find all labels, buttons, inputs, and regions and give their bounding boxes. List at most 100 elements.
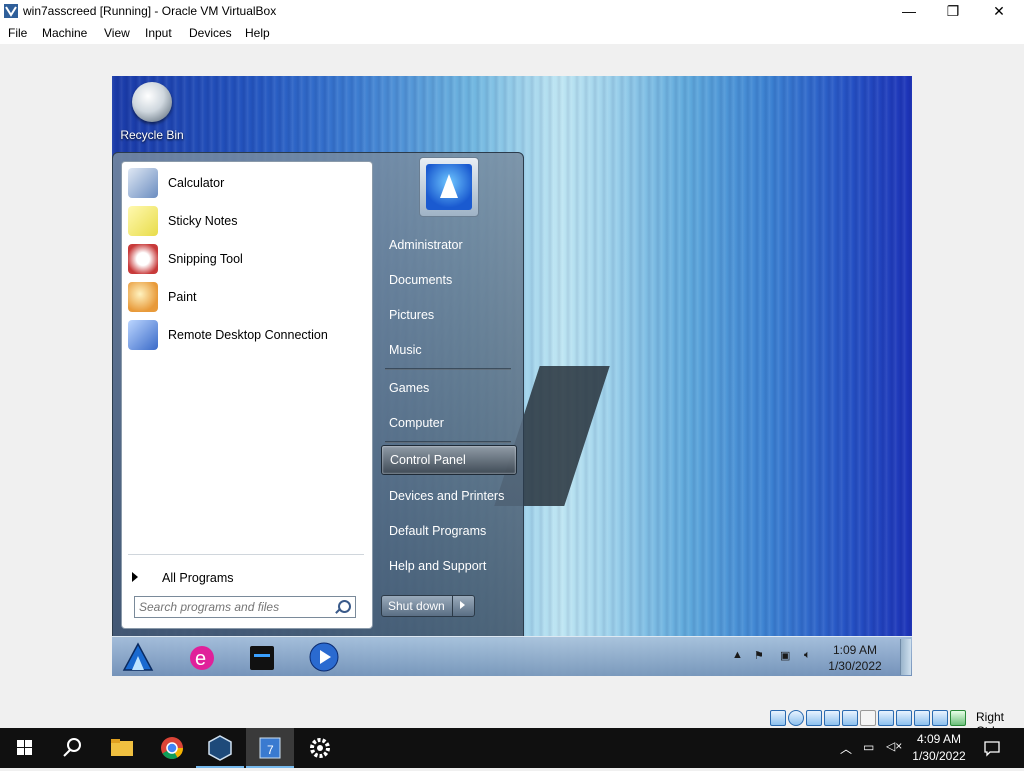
- network-icon[interactable]: ▣: [780, 649, 794, 663]
- program-calculator[interactable]: Calculator: [126, 166, 366, 200]
- mouse-integration-status-icon[interactable]: [932, 710, 948, 726]
- taskbar-ie[interactable]: e: [184, 640, 220, 674]
- file-explorer-icon: [111, 739, 133, 756]
- start-item-help-support[interactable]: Help and Support: [381, 552, 515, 580]
- item-label: Documents: [389, 273, 453, 287]
- network-status-icon[interactable]: [824, 710, 840, 726]
- minimize-button[interactable]: —: [886, 0, 932, 22]
- menu-machine[interactable]: Machine: [42, 26, 87, 40]
- notifications-icon[interactable]: [982, 738, 1002, 758]
- chevron-up-icon[interactable]: ︿: [840, 740, 852, 757]
- hard-disk-status-icon[interactable]: [770, 710, 786, 726]
- search-icon: [63, 738, 81, 757]
- item-label: Help and Support: [389, 559, 487, 573]
- show-hidden-icons-icon[interactable]: ▲: [732, 649, 746, 663]
- display-status-icon[interactable]: [878, 710, 894, 726]
- windows-start-button[interactable]: [0, 728, 48, 768]
- host-search-button[interactable]: [48, 728, 96, 768]
- search-input[interactable]: [139, 598, 329, 615]
- guest-clock[interactable]: 1:09 AM 1/30/2022: [820, 642, 890, 674]
- program-label: Calculator: [168, 176, 225, 190]
- guest-additions-status-icon[interactable]: [950, 710, 966, 726]
- programs-separator: [128, 554, 364, 555]
- vm-status-bar: Right Ctrl: [766, 708, 1024, 738]
- windows-logo-icon: [17, 740, 32, 755]
- shared-folders-status-icon[interactable]: [860, 710, 876, 726]
- recording-status-icon[interactable]: [896, 710, 912, 726]
- program-snipping-tool[interactable]: Snipping Tool: [126, 242, 366, 276]
- start-item-devices-printers[interactable]: Devices and Printers: [381, 482, 515, 510]
- places-separator: [385, 441, 511, 443]
- start-item-games[interactable]: Games: [381, 374, 515, 402]
- start-item-pictures[interactable]: Pictures: [381, 301, 515, 329]
- host-taskbar-settings[interactable]: [296, 728, 344, 768]
- calculator-icon: [128, 168, 158, 198]
- recycle-bin-icon: [132, 82, 172, 122]
- program-remote-desktop[interactable]: Remote Desktop Connection: [126, 318, 366, 352]
- start-search-box[interactable]: [134, 596, 356, 618]
- vm-window-icon: 7: [259, 737, 281, 759]
- shutdown-label: Shut down: [388, 599, 445, 613]
- host-taskbar-virtualbox-manager[interactable]: [196, 728, 244, 768]
- window-title: win7asscreed [Running] - Oracle VM Virtu…: [23, 4, 277, 18]
- start-item-computer[interactable]: Computer: [381, 409, 515, 437]
- item-label: Games: [389, 381, 430, 395]
- usb-status-icon[interactable]: [842, 710, 858, 726]
- chevron-right-icon: [132, 572, 138, 582]
- program-label: Snipping Tool: [168, 252, 243, 266]
- start-button[interactable]: [120, 640, 156, 674]
- all-programs-button[interactable]: All Programs: [132, 568, 362, 590]
- shutdown-options-arrow-icon[interactable]: [460, 601, 465, 609]
- host-clock[interactable]: 4:09 AM 1/30/2022: [904, 731, 974, 765]
- start-item-music[interactable]: Music: [381, 336, 515, 364]
- program-sticky-notes[interactable]: Sticky Notes: [126, 204, 366, 238]
- menu-help[interactable]: Help: [245, 26, 270, 40]
- restore-button[interactable]: ❐: [930, 0, 976, 22]
- network-icon[interactable]: ▭: [863, 740, 874, 754]
- search-icon[interactable]: [338, 600, 351, 613]
- program-paint[interactable]: Paint: [126, 280, 366, 314]
- snipping-tool-icon: [128, 244, 158, 274]
- recycle-bin[interactable]: Recycle Bin: [120, 82, 184, 142]
- recycle-bin-label: Recycle Bin: [120, 128, 184, 142]
- guest-time: 1:09 AM: [832, 643, 878, 657]
- item-label: Computer: [389, 416, 444, 430]
- menu-view[interactable]: View: [104, 26, 130, 40]
- host-taskbar-chrome[interactable]: [148, 728, 196, 768]
- item-label: Administrator: [389, 238, 463, 252]
- show-desktop-button[interactable]: [900, 639, 911, 675]
- host-taskbar-file-explorer[interactable]: [98, 728, 146, 768]
- host-date: 1/30/2022: [912, 749, 966, 763]
- start-item-default-programs[interactable]: Default Programs: [381, 517, 515, 545]
- start-orb-icon: [122, 642, 154, 671]
- shutdown-button[interactable]: Shut down: [381, 595, 475, 617]
- menu-file[interactable]: File: [8, 26, 27, 40]
- menu-input[interactable]: Input: [145, 26, 172, 40]
- user-avatar[interactable]: [419, 157, 479, 217]
- cpu-status-icon[interactable]: [914, 710, 930, 726]
- window-titlebar: win7asscreed [Running] - Oracle VM Virtu…: [0, 0, 1024, 22]
- host-taskbar-vm-window[interactable]: 7: [246, 728, 294, 768]
- close-button[interactable]: ✕: [976, 0, 1022, 22]
- guest-taskbar: e ▲ ⚑ ▣ 🔈︎ 1:09 AM 1/30/2022: [112, 636, 912, 676]
- start-menu: Calculator Sticky Notes Snipping Tool Pa…: [112, 152, 524, 638]
- start-item-documents[interactable]: Documents: [381, 266, 515, 294]
- start-item-administrator[interactable]: Administrator: [381, 231, 515, 259]
- action-center-flag-icon[interactable]: ⚑: [754, 649, 768, 663]
- guest-date: 1/30/2022: [828, 659, 882, 673]
- places-separator: [385, 368, 511, 370]
- taskbar-explorer[interactable]: [244, 640, 280, 674]
- start-menu-places-pane: Administrator Documents Pictures Music G…: [375, 153, 521, 637]
- start-item-control-panel[interactable]: Control Panel: [381, 445, 517, 475]
- gear-icon: [310, 738, 330, 758]
- menu-devices[interactable]: Devices: [189, 26, 232, 40]
- optical-drive-status-icon[interactable]: [788, 710, 804, 726]
- volume-icon[interactable]: 🔈︎: [804, 649, 818, 663]
- item-label: Music: [389, 343, 422, 357]
- program-label: Paint: [168, 290, 197, 304]
- taskbar-media-player[interactable]: [306, 640, 342, 674]
- volume-muted-icon[interactable]: ◁×: [886, 739, 902, 753]
- audio-status-icon[interactable]: [806, 710, 822, 726]
- chrome-icon: [161, 737, 183, 759]
- guest-screen[interactable]: Recycle Bin Calculator Sticky Notes Snip…: [112, 76, 912, 676]
